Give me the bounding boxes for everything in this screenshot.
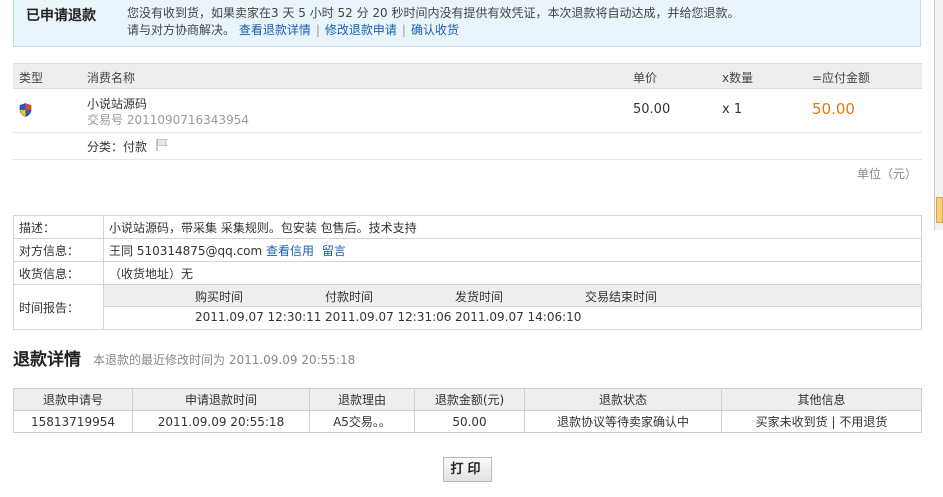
- shield-icon: [19, 103, 32, 117]
- time-report: 购买时间 付款时间 发货时间 交易结束时间 2011.09.07 12:30:1…: [103, 284, 922, 330]
- category-row: 分类：付款: [13, 133, 922, 160]
- address-value: （收货地址）无: [103, 261, 922, 285]
- ship-time: 2011.09.07 14:06:10: [455, 310, 582, 324]
- col-qty: x数量: [722, 71, 754, 85]
- purchase-time: 2011.09.07 12:30:11: [195, 310, 322, 324]
- refund-table: 退款申请号 申请退款时间 退款理由 退款金额(元) 退款状态 其他信息 1581…: [13, 388, 922, 433]
- table-row: 15813719954 2011.09.09 20:55:18 A5交易。。 5…: [13, 410, 922, 433]
- desc-value: 小说站源码，带采集 采集规则。包安装 包售后。技术支持: [103, 215, 922, 239]
- item-name[interactable]: 小说站源码: [87, 95, 147, 112]
- party-contact: 王同 510314875@qq.com: [109, 243, 263, 258]
- view-credit-link[interactable]: 查看信用: [266, 244, 314, 258]
- trade-number: 交易号 2011090716343954: [87, 113, 249, 127]
- notice-actions: 请与对方协商解决。 查看退款详情 | 修改退款申请 | 确认收货: [127, 21, 459, 38]
- ship-time-header: 发货时间: [455, 290, 504, 304]
- refund-detail-title: 退款详情: [13, 350, 81, 370]
- col-refund-reason: 退款理由: [309, 388, 415, 411]
- col-refund-status: 退款状态: [524, 388, 722, 411]
- order-table-header: 类型 消费名称 单价 x数量 =应付金额: [13, 63, 922, 89]
- desc-label: 描述：: [13, 215, 104, 239]
- modify-refund-link[interactable]: 修改退款申请: [325, 23, 397, 37]
- notice-title: 已申请退款: [26, 8, 96, 24]
- order-info-table: 描述： 小说站源码，带采集 采集规则。包安装 包售后。技术支持 对方信息： 王同…: [13, 215, 922, 330]
- col-name: 消费名称: [87, 71, 136, 85]
- time-label: 时间报告：: [13, 284, 104, 330]
- side-scroll-strip[interactable]: [934, 0, 943, 230]
- end-time-header: 交易结束时间: [585, 290, 658, 304]
- col-other-info: 其他信息: [721, 388, 922, 411]
- payment-time: 2011.09.07 12:31:06: [325, 310, 452, 324]
- refund-reason: A5交易。。: [309, 410, 415, 433]
- col-type: 类型: [19, 71, 44, 85]
- refund-status: 退款协议等待卖家确认中: [524, 410, 722, 433]
- refund-table-header: 退款申请号 申请退款时间 退款理由 退款金额(元) 退款状态 其他信息: [13, 388, 922, 411]
- refund-other-info: 买家未收到货 | 不用退货: [721, 410, 922, 433]
- refund-amount: 50.00: [414, 410, 525, 433]
- separator: |: [401, 23, 406, 37]
- col-refund-time: 申请退款时间: [132, 388, 310, 411]
- col-refund-id: 退款申请号: [13, 388, 133, 411]
- refund-modified-time: 本退款的最近修改时间为 2011.09.09 20:55:18: [93, 353, 356, 367]
- unit-label: 单位（元）: [857, 167, 918, 181]
- separator: |: [315, 23, 320, 37]
- payment-time-header: 付款时间: [325, 290, 374, 304]
- purchase-time-header: 购买时间: [195, 290, 244, 304]
- notice-text: 您没有收到货，如果卖家在3 天 5 小时 52 分 20 秒时间内没有提供有效凭…: [127, 6, 740, 20]
- col-refund-amount: 退款金额(元): [414, 388, 525, 411]
- address-label: 收货信息：: [13, 261, 104, 285]
- notice-text-2: 请与对方协商解决。: [127, 23, 236, 37]
- refund-time: 2011.09.09 20:55:18: [132, 410, 310, 433]
- item-total: 50.00: [812, 100, 855, 118]
- flag-icon[interactable]: [155, 138, 169, 152]
- side-tab[interactable]: [936, 197, 943, 223]
- print-button[interactable]: 打印: [443, 457, 492, 482]
- refund-notice: 已申请退款 您没有收到货，如果卖家在3 天 5 小时 52 分 20 秒时间内没…: [13, 0, 921, 47]
- party-label: 对方信息：: [13, 238, 104, 262]
- message-link[interactable]: 留言: [322, 244, 346, 258]
- col-total: =应付金额: [812, 71, 871, 85]
- refund-id: 15813719954: [13, 410, 133, 433]
- party-value: 王同 510314875@qq.com 查看信用 留言: [103, 238, 922, 262]
- category-label: 分类：付款: [87, 140, 148, 154]
- item-quantity: x 1: [722, 102, 743, 117]
- view-refund-detail-link[interactable]: 查看退款详情: [239, 23, 311, 37]
- confirm-receipt-link[interactable]: 确认收货: [411, 23, 459, 37]
- col-price: 单价: [633, 71, 658, 85]
- order-item-row: 小说站源码 交易号 2011090716343954 50.00 x 1 50.…: [13, 89, 922, 133]
- item-price: 50.00: [633, 102, 671, 117]
